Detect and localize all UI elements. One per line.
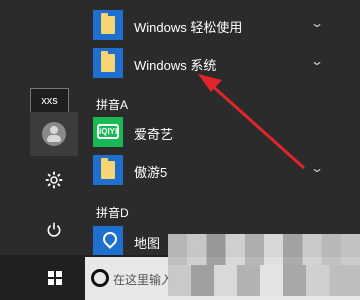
annotation-arrow	[198, 74, 306, 170]
